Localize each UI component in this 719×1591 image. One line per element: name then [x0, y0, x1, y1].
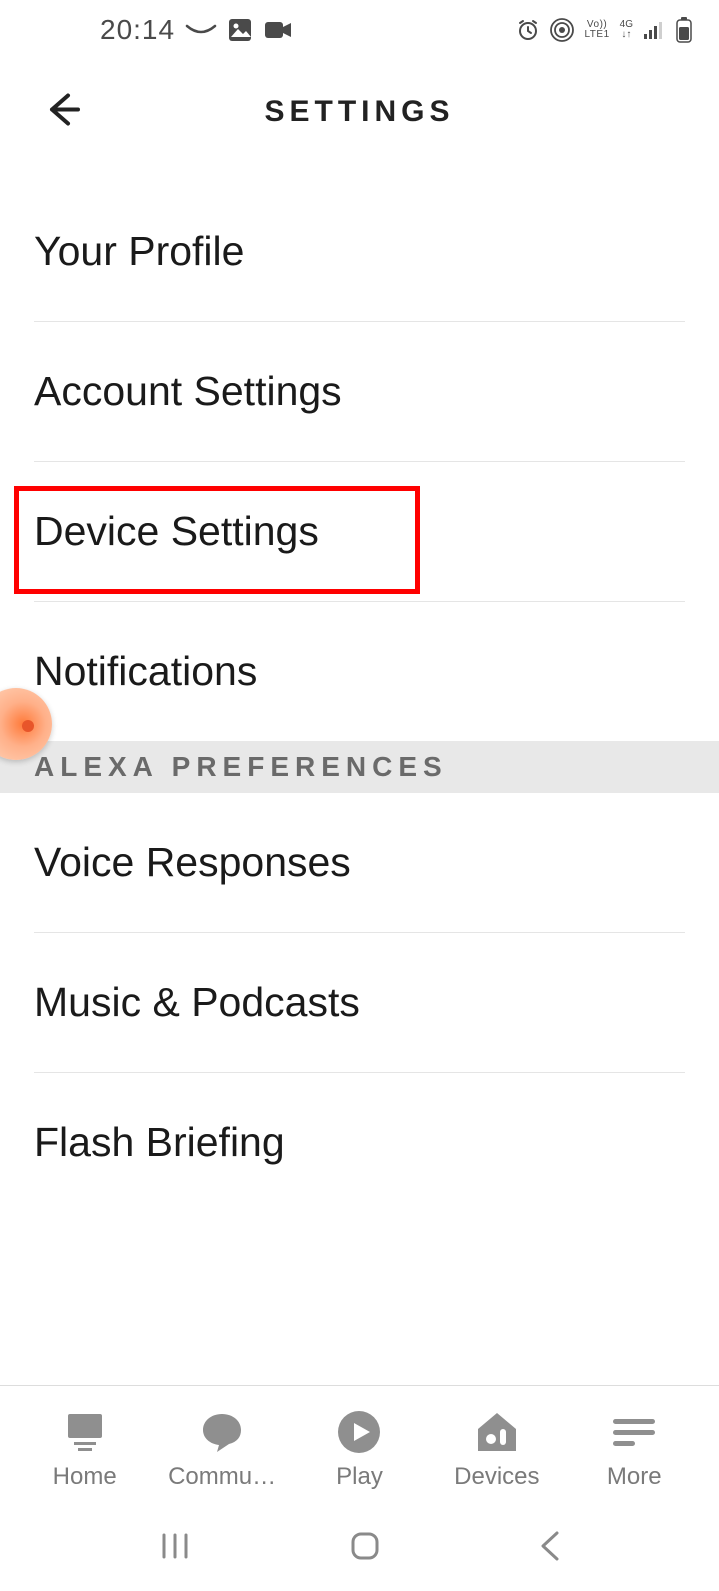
list-item-label: Music & Podcasts — [34, 979, 649, 1026]
lte-text: LTE1 — [584, 30, 609, 40]
list-item-label: Device Settings — [34, 508, 649, 555]
prefs-item-voice[interactable]: Voice Responses — [34, 793, 685, 933]
nav-play[interactable]: Play — [294, 1409, 424, 1491]
battery-icon — [675, 17, 693, 43]
signal-icon — [643, 20, 665, 40]
nav-communicate[interactable]: Commu… — [157, 1409, 287, 1491]
nav-label: Play — [336, 1463, 383, 1491]
home-icon — [60, 1409, 110, 1455]
settings-item-device[interactable]: Device Settings — [34, 462, 685, 602]
list-item-label: Notifications — [34, 648, 649, 695]
settings-item-notifications[interactable]: Notifications — [34, 602, 685, 741]
video-icon — [263, 18, 293, 42]
nav-more[interactable]: More — [569, 1409, 699, 1491]
picture-icon — [227, 17, 253, 43]
list-item-label: Flash Briefing — [34, 1119, 649, 1166]
list-item-label: Voice Responses — [34, 839, 649, 886]
list-item-label: Account Settings — [34, 368, 649, 415]
sys-back-button[interactable] — [537, 1527, 563, 1570]
more-icon — [609, 1409, 659, 1455]
alarm-icon — [516, 18, 540, 42]
settings-content: Your Profile Account Settings Device Set… — [0, 152, 719, 1212]
play-icon — [336, 1409, 382, 1455]
nav-label: More — [607, 1463, 662, 1491]
recents-button[interactable] — [156, 1527, 194, 1570]
bottom-nav: Home Commu… Play Devices More — [0, 1385, 719, 1505]
back-button[interactable] — [42, 90, 82, 135]
app-header: SETTINGS — [0, 72, 719, 152]
devices-icon — [472, 1409, 522, 1455]
section-header-alexa-prefs: ALEXA PREFERENCES — [0, 741, 719, 793]
volte-indicator: Vo)) LTE1 — [584, 20, 609, 40]
status-bar: 20:14 Vo)) LTE1 4G ↓↑ — [0, 0, 719, 60]
nav-devices[interactable]: Devices — [432, 1409, 562, 1491]
home-button[interactable] — [346, 1527, 384, 1570]
page-title: SETTINGS — [264, 95, 454, 129]
nav-label: Devices — [454, 1463, 539, 1491]
settings-item-profile[interactable]: Your Profile — [34, 182, 685, 322]
status-left: 20:14 — [100, 14, 293, 46]
status-right: Vo)) LTE1 4G ↓↑ — [516, 17, 693, 43]
system-nav-bar — [0, 1505, 719, 1591]
settings-item-account[interactable]: Account Settings — [34, 322, 685, 462]
chat-icon — [199, 1409, 245, 1455]
nav-label: Home — [53, 1463, 117, 1491]
list-item-label: Your Profile — [34, 228, 649, 275]
nav-home[interactable]: Home — [20, 1409, 150, 1491]
nav-label: Commu… — [168, 1463, 276, 1491]
status-time: 20:14 — [100, 14, 175, 46]
prefs-item-flash[interactable]: Flash Briefing — [34, 1073, 685, 1212]
amazon-swoosh-icon — [185, 22, 217, 38]
prefs-item-music[interactable]: Music & Podcasts — [34, 933, 685, 1073]
network-indicator: 4G ↓↑ — [620, 20, 633, 40]
hotspot-icon — [550, 18, 574, 42]
